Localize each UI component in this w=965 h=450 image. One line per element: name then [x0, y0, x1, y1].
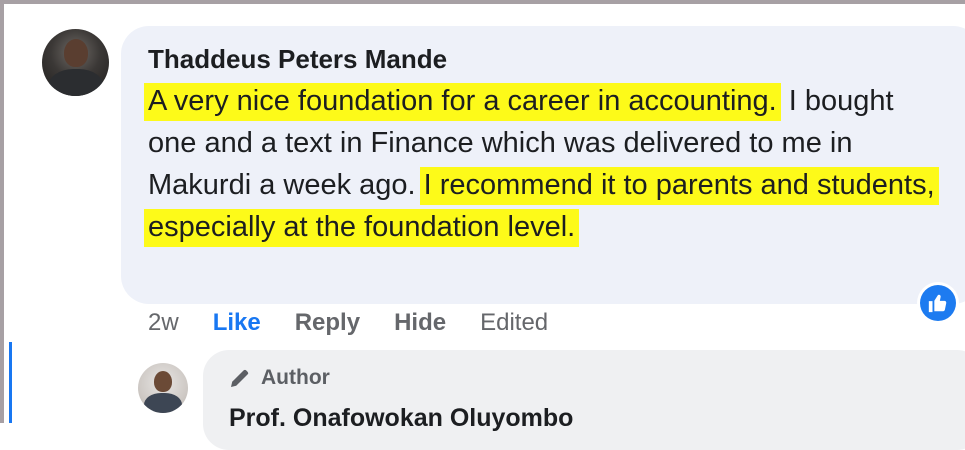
- thumbs-up-icon: [920, 285, 956, 321]
- author-badge-label: Author: [261, 366, 330, 389]
- comment-text: A very nice foundation for a career in a…: [144, 80, 948, 248]
- comment-timestamp[interactable]: 2w: [148, 309, 179, 337]
- hide-button[interactable]: Hide: [394, 309, 446, 337]
- like-reaction-badge[interactable]: [917, 282, 959, 324]
- reply-author-avatar[interactable]: [138, 363, 188, 413]
- comment-author-name[interactable]: Thaddeus Peters Mande: [148, 44, 447, 75]
- reply-thread-line: [9, 342, 12, 423]
- pen-icon: [231, 369, 249, 387]
- reply-bubble: [203, 350, 965, 450]
- window-frame-top: [0, 0, 965, 4]
- comment-actions: 2w Like Reply Hide Edited: [148, 309, 582, 337]
- author-badge: Author: [227, 366, 330, 390]
- edited-indicator[interactable]: Edited: [480, 309, 548, 337]
- like-button[interactable]: Like: [213, 309, 261, 337]
- commenter-avatar[interactable]: [42, 29, 109, 96]
- reply-button[interactable]: Reply: [295, 309, 360, 337]
- reply-author-name[interactable]: Prof. Onafowokan Oluyombo: [229, 404, 573, 433]
- window-frame-left: [0, 0, 4, 423]
- highlighted-text: A very nice foundation for a career in a…: [144, 83, 781, 121]
